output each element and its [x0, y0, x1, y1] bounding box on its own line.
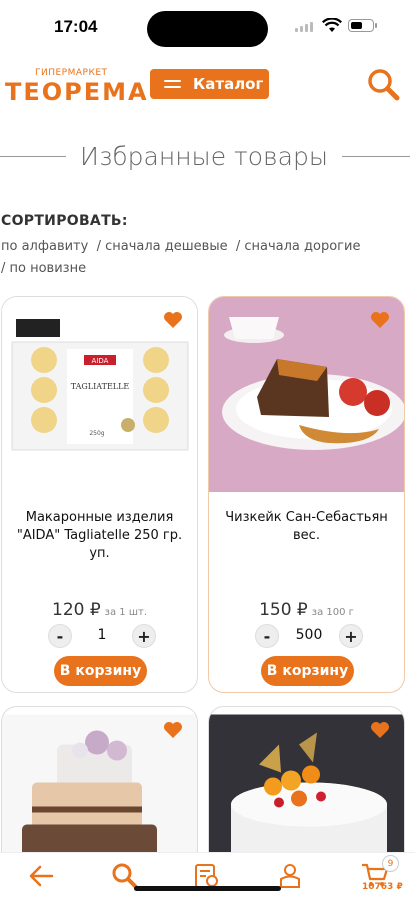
price-row: 150 ₽ за 100 г [209, 600, 404, 620]
signal-icon [295, 22, 313, 32]
pasta-weight: 250g [89, 430, 104, 437]
pasta-package-name: TAGLIATELLE [71, 382, 130, 391]
decrease-button[interactable]: - [255, 624, 279, 648]
catalog-label: Каталог [193, 75, 264, 93]
favorite-heart-icon[interactable] [370, 721, 390, 739]
search-icon[interactable] [366, 67, 402, 103]
favorite-heart-icon[interactable] [163, 721, 183, 739]
battery-icon [348, 19, 377, 32]
dynamic-island [147, 11, 268, 47]
divider [0, 155, 66, 157]
back-arrow-icon[interactable] [26, 861, 56, 891]
app-header: ГИПЕРМАРКЕТ ТЕОРЕМА Каталог [0, 62, 415, 110]
sort-alphabet[interactable]: по алфавиту [1, 239, 88, 254]
home-indicator[interactable] [134, 886, 281, 891]
quantity-stepper: - 1 + [48, 624, 156, 648]
logo-subtitle: ГИПЕРМАРКЕТ [35, 68, 108, 78]
product-name[interactable]: Макаронные изделия "AIDA" Tagliatelle 25… [8, 509, 191, 563]
quantity-value[interactable]: 1 [74, 627, 130, 643]
increase-button[interactable]: + [339, 624, 363, 648]
increase-button[interactable]: + [132, 624, 156, 648]
sort-cheap-first[interactable]: / сначала дешевые [97, 239, 228, 254]
product-price: 120 ₽ [52, 600, 101, 620]
divider [342, 155, 410, 157]
sort-options: по алфавиту / сначала дешевые / сначала … [1, 236, 411, 280]
product-card[interactable]: Чизкейк Сан-Себастьян вес. 150 ₽ за 100 г… [208, 296, 405, 693]
quantity-stepper: - 500 + [255, 624, 363, 648]
favorite-heart-icon[interactable] [370, 311, 390, 329]
decrease-button[interactable]: - [48, 624, 72, 648]
add-to-cart-button[interactable]: В корзину [261, 656, 354, 686]
product-card[interactable]: AIDA TAGLIATELLE 250g Макаронные изделия… [1, 296, 198, 693]
price-row: 120 ₽ за 1 шт. [2, 600, 197, 620]
pasta-brand: AIDA [92, 357, 109, 365]
favorite-heart-icon[interactable] [163, 311, 183, 329]
quantity-value[interactable]: 500 [281, 627, 337, 643]
sort-expensive-first[interactable]: / сначала дорогие [236, 239, 361, 254]
page-title-row: Избранные товары [0, 138, 415, 174]
status-bar: 17:04 [0, 0, 415, 54]
wifi-icon [322, 18, 342, 32]
product-price: 150 ₽ [259, 600, 308, 620]
catalog-button[interactable]: Каталог [150, 69, 269, 99]
cart-count-badge: 9 [382, 855, 399, 872]
add-to-cart-button[interactable]: В корзину [54, 656, 147, 686]
menu-icon [164, 80, 181, 88]
price-unit: за 1 шт. [104, 607, 147, 618]
bottom-tab-bar [0, 852, 415, 900]
logo-title: ТЕОРЕМА [5, 78, 149, 106]
page-title: Избранные товары [80, 141, 328, 171]
price-unit: за 100 г [311, 607, 354, 618]
cart-total: 10763 ₽ [362, 882, 403, 892]
status-time: 17:04 [54, 17, 98, 36]
sort-label: СОРТИРОВАТЬ: [1, 213, 128, 229]
sort-newest[interactable]: / по новизне [1, 261, 86, 276]
product-name[interactable]: Чизкейк Сан-Себастьян вес. [215, 509, 398, 545]
